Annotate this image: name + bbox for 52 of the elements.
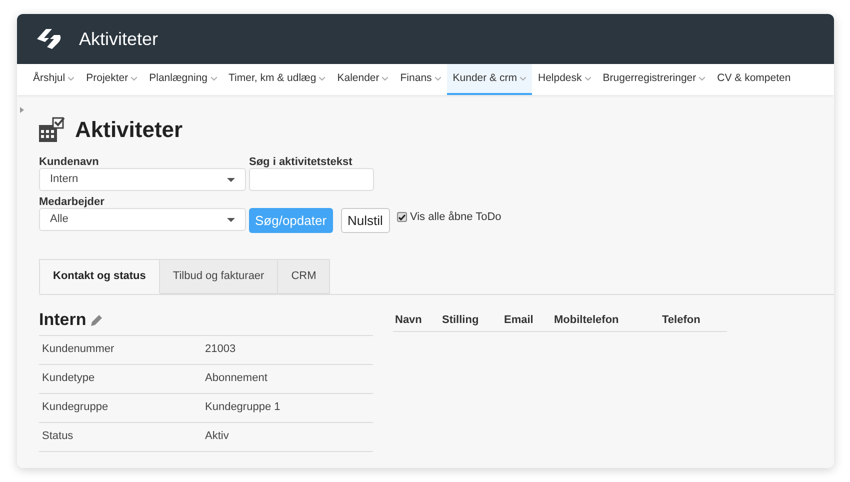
column-header: Email bbox=[503, 313, 534, 328]
field-label: Kundegruppe bbox=[42, 400, 110, 416]
reset-button[interactable]: Nulstil bbox=[340, 208, 390, 233]
tab[interactable]: Kontakt og status bbox=[39, 259, 160, 294]
nav-menu-item[interactable]: Timer, km & udlæg bbox=[222, 64, 332, 95]
nav-menu-item[interactable]: Brugerregistreringer bbox=[596, 64, 712, 95]
field-value: Abonnement bbox=[205, 371, 268, 386]
nav-menu-item[interactable]: Kunder & crm bbox=[446, 64, 532, 95]
dropdown-caret-icon bbox=[227, 178, 235, 182]
chevron-down-icon bbox=[434, 76, 441, 80]
field-value: Aktiv bbox=[205, 429, 229, 444]
column-header: Stilling bbox=[441, 313, 480, 328]
customer-name: Intern bbox=[39, 309, 86, 331]
chevron-down-icon bbox=[210, 76, 217, 80]
nav-menu-item[interactable]: CV & kompeten bbox=[711, 64, 797, 95]
checkbox[interactable] bbox=[396, 212, 407, 222]
dropdown-caret-icon bbox=[227, 218, 235, 222]
column-header: Navn bbox=[394, 313, 423, 328]
checkbox-label: Vis alle åbne ToDo bbox=[410, 210, 502, 225]
nav-menu-item[interactable]: Årshjul bbox=[27, 64, 80, 95]
chevron-down-icon bbox=[68, 76, 74, 80]
chevron-down-icon bbox=[131, 76, 138, 80]
chevron-down-icon bbox=[319, 76, 326, 80]
field-value: Kundegruppe 1 bbox=[205, 400, 280, 416]
field-label: Status bbox=[42, 429, 74, 444]
search-field[interactable] bbox=[249, 168, 374, 191]
nav-menu-item[interactable]: Projekter bbox=[80, 64, 144, 95]
chevron-down-icon bbox=[699, 76, 706, 80]
customer-select[interactable]: Intern bbox=[39, 168, 246, 191]
column-header: Mobiltelefon bbox=[553, 313, 620, 328]
calendar-check-icon bbox=[39, 116, 65, 142]
employee-select[interactable]: Alle bbox=[39, 208, 246, 231]
pencil-icon[interactable] bbox=[91, 314, 104, 326]
chevron-down-icon bbox=[584, 76, 591, 80]
nav-menu-item[interactable]: Kalender bbox=[331, 64, 394, 95]
field-label: Søg i aktivitetstekst bbox=[249, 155, 354, 168]
nav-menu-item[interactable]: Helpdesk bbox=[532, 64, 597, 95]
field-label: Kundenavn bbox=[39, 155, 100, 168]
window-title: Aktiviteter bbox=[79, 28, 158, 50]
expand-arrow-icon[interactable] bbox=[20, 107, 24, 113]
tab[interactable]: CRM bbox=[278, 259, 330, 294]
page-title: Aktiviteter bbox=[75, 116, 183, 144]
field-label: Kundenummer bbox=[42, 342, 116, 358]
field-value: 21003 bbox=[205, 342, 236, 358]
nav-menu-item[interactable]: Planlægning bbox=[143, 64, 223, 95]
chevron-down-icon bbox=[382, 76, 388, 80]
tab[interactable]: Tilbud og fakturaer bbox=[160, 259, 278, 294]
nav-menu-item[interactable]: Finans bbox=[394, 64, 447, 95]
field-label: Medarbejder bbox=[39, 195, 106, 208]
chevron-down-icon bbox=[520, 76, 526, 80]
column-header: Telefon bbox=[661, 313, 702, 328]
field-label: Kundetype bbox=[42, 371, 96, 386]
